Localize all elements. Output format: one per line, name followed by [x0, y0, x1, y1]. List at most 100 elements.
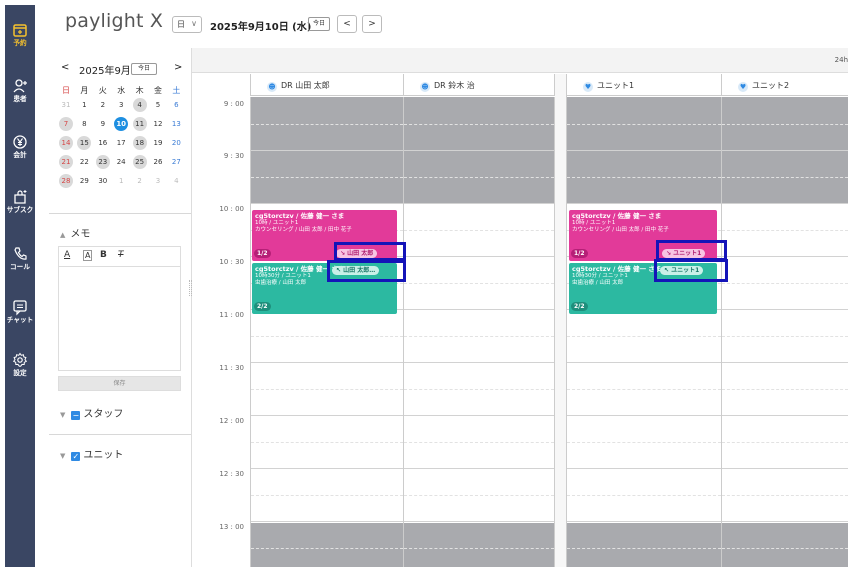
mini-calendar-day[interactable]: 1 — [114, 174, 128, 188]
mini-calendar-day[interactable]: 19 — [151, 136, 165, 150]
mini-calendar-day[interactable]: 17 — [114, 136, 128, 150]
mini-calendar-day[interactable]: 29 — [77, 174, 91, 188]
grid-line — [404, 415, 554, 416]
mini-calendar-day[interactable]: 7 — [59, 117, 73, 131]
column-header-unit[interactable]: ♥ ユニット2 — [722, 74, 848, 96]
mini-calendar-day[interactable]: 3 — [114, 98, 128, 112]
mini-calendar-day[interactable]: 20 — [169, 136, 183, 150]
grid-line — [404, 229, 554, 231]
subscription-bag-icon — [14, 190, 27, 204]
mini-calendar-day[interactable]: 31 — [59, 98, 73, 112]
mini-calendar-day[interactable]: 25 — [132, 155, 147, 169]
panel-divider — [49, 434, 191, 435]
mini-calendar-day[interactable]: 10 — [114, 117, 129, 131]
column-header-staff[interactable]: ☻ DR 山田 太郎 — [250, 74, 404, 96]
unit-checkbox[interactable]: ✓ — [71, 452, 81, 461]
grid-line — [722, 362, 848, 363]
column-label: ユニット1 — [597, 81, 635, 90]
prev-day-button[interactable]: < — [337, 15, 357, 33]
mini-today-button[interactable]: 今日 — [131, 63, 157, 75]
brand-logo: paylight X — [65, 10, 164, 32]
mini-calendar-day[interactable]: 4 — [132, 98, 147, 112]
mini-calendar-day[interactable]: 27 — [169, 155, 183, 169]
grid-line — [251, 547, 403, 549]
day-column[interactable] — [722, 97, 848, 567]
time-label: 12 : 00 — [219, 417, 244, 425]
mini-calendar-day[interactable]: 18 — [132, 136, 147, 150]
grid-line — [404, 362, 554, 363]
day-column[interactable] — [404, 97, 555, 567]
weekday-label: 土 — [172, 86, 181, 95]
grid-line — [567, 468, 721, 469]
mini-calendar-day[interactable]: 24 — [114, 155, 128, 169]
font-color-button[interactable]: A — [64, 250, 70, 260]
column-header-unit[interactable]: ♥ ユニット1 — [567, 74, 722, 96]
day-column[interactable] — [250, 97, 404, 567]
time-label: 11 : 30 — [219, 364, 244, 372]
mini-calendar-day[interactable]: 2 — [133, 174, 147, 188]
clear-format-button[interactable]: T — [118, 250, 124, 260]
grid-line — [251, 468, 403, 469]
mini-calendar-day[interactable]: 28 — [59, 174, 73, 188]
mini-calendar-day[interactable]: 11 — [132, 117, 147, 131]
mini-calendar-day[interactable]: 1 — [77, 98, 91, 112]
mini-calendar-day[interactable]: 9 — [96, 117, 110, 131]
mini-calendar-day[interactable]: 5 — [151, 98, 165, 112]
next-day-button[interactable]: > — [362, 15, 382, 33]
nav-item-settings[interactable]: 設定 — [5, 351, 35, 378]
calendar-plus-icon — [13, 24, 27, 37]
weekday-label: 月 — [80, 86, 89, 95]
staff-checkbox[interactable]: − — [71, 411, 81, 420]
grid-line — [722, 203, 848, 204]
mini-calendar-day[interactable]: 8 — [77, 117, 91, 131]
memo-section[interactable]: ▲ メモ — [60, 225, 90, 240]
column-header-staff[interactable]: ☻ DR 鈴木 治 — [404, 74, 555, 96]
nav-item-billing[interactable]: 会計 — [5, 133, 35, 160]
nav-item-chat[interactable]: チャット — [5, 298, 35, 325]
unit-filter-label: ユニット — [83, 450, 124, 461]
bold-button[interactable]: B — [100, 250, 107, 260]
grid-line — [567, 494, 721, 496]
grid-line — [722, 282, 848, 284]
mini-calendar-day[interactable]: 23 — [95, 155, 110, 169]
mini-next-month-button[interactable]: > — [174, 62, 182, 73]
mini-calendar-day[interactable]: 13 — [169, 117, 183, 131]
save-button[interactable]: 保存 — [58, 376, 181, 391]
mini-calendar-day[interactable]: 14 — [59, 136, 73, 150]
staff-filter[interactable]: ▼ − スタッフ — [60, 405, 123, 420]
mini-calendar-day[interactable]: 16 — [96, 136, 110, 150]
today-button[interactable]: 今日 — [308, 17, 330, 31]
unit-filter[interactable]: ▼ ✓ ユニット — [60, 446, 123, 461]
mini-calendar-day[interactable]: 30 — [96, 174, 110, 188]
mini-calendar-day[interactable]: 6 — [169, 98, 183, 112]
mini-calendar-day[interactable]: 22 — [77, 155, 91, 169]
nav-label-chat: チャット — [6, 316, 34, 324]
nav-item-subscription[interactable]: サブスク — [5, 188, 35, 215]
mini-calendar-day[interactable]: 3 — [151, 174, 165, 188]
grid-line — [722, 441, 848, 443]
yen-icon — [13, 135, 27, 149]
nav-item-reservation[interactable]: 予約 — [5, 21, 35, 48]
mini-calendar-day[interactable]: 2 — [96, 98, 110, 112]
nav-label-billing: 会計 — [13, 151, 27, 159]
mini-prev-month-button[interactable]: < — [61, 62, 69, 73]
memo-title: メモ — [70, 229, 91, 240]
mini-calendar-day[interactable]: 26 — [151, 155, 165, 169]
nav-item-call[interactable]: コール — [5, 245, 35, 272]
mini-calendar-day[interactable]: 12 — [151, 117, 165, 131]
highlight-button[interactable]: A — [83, 250, 93, 261]
mini-calendar-day[interactable]: 21 — [59, 155, 73, 169]
grid-line — [567, 150, 721, 151]
highlight-box — [334, 242, 406, 261]
grid-line — [722, 123, 848, 125]
mini-calendar-day[interactable]: 4 — [169, 174, 183, 188]
closed-time-block — [251, 523, 403, 567]
day-column[interactable] — [567, 97, 722, 567]
nav-item-patients[interactable]: 患者 — [5, 77, 35, 104]
grid-line — [567, 441, 721, 443]
mini-calendar-day[interactable]: 15 — [77, 136, 92, 150]
memo-editor[interactable]: A A B T — [58, 246, 181, 371]
nav-label-subscription: サブスク — [6, 206, 34, 214]
view-select[interactable]: 日 ∨ — [172, 16, 202, 33]
app-root: 予約 患者 会計 サブスク コール チャット 設定 paylight X 日 ∨… — [0, 0, 848, 567]
